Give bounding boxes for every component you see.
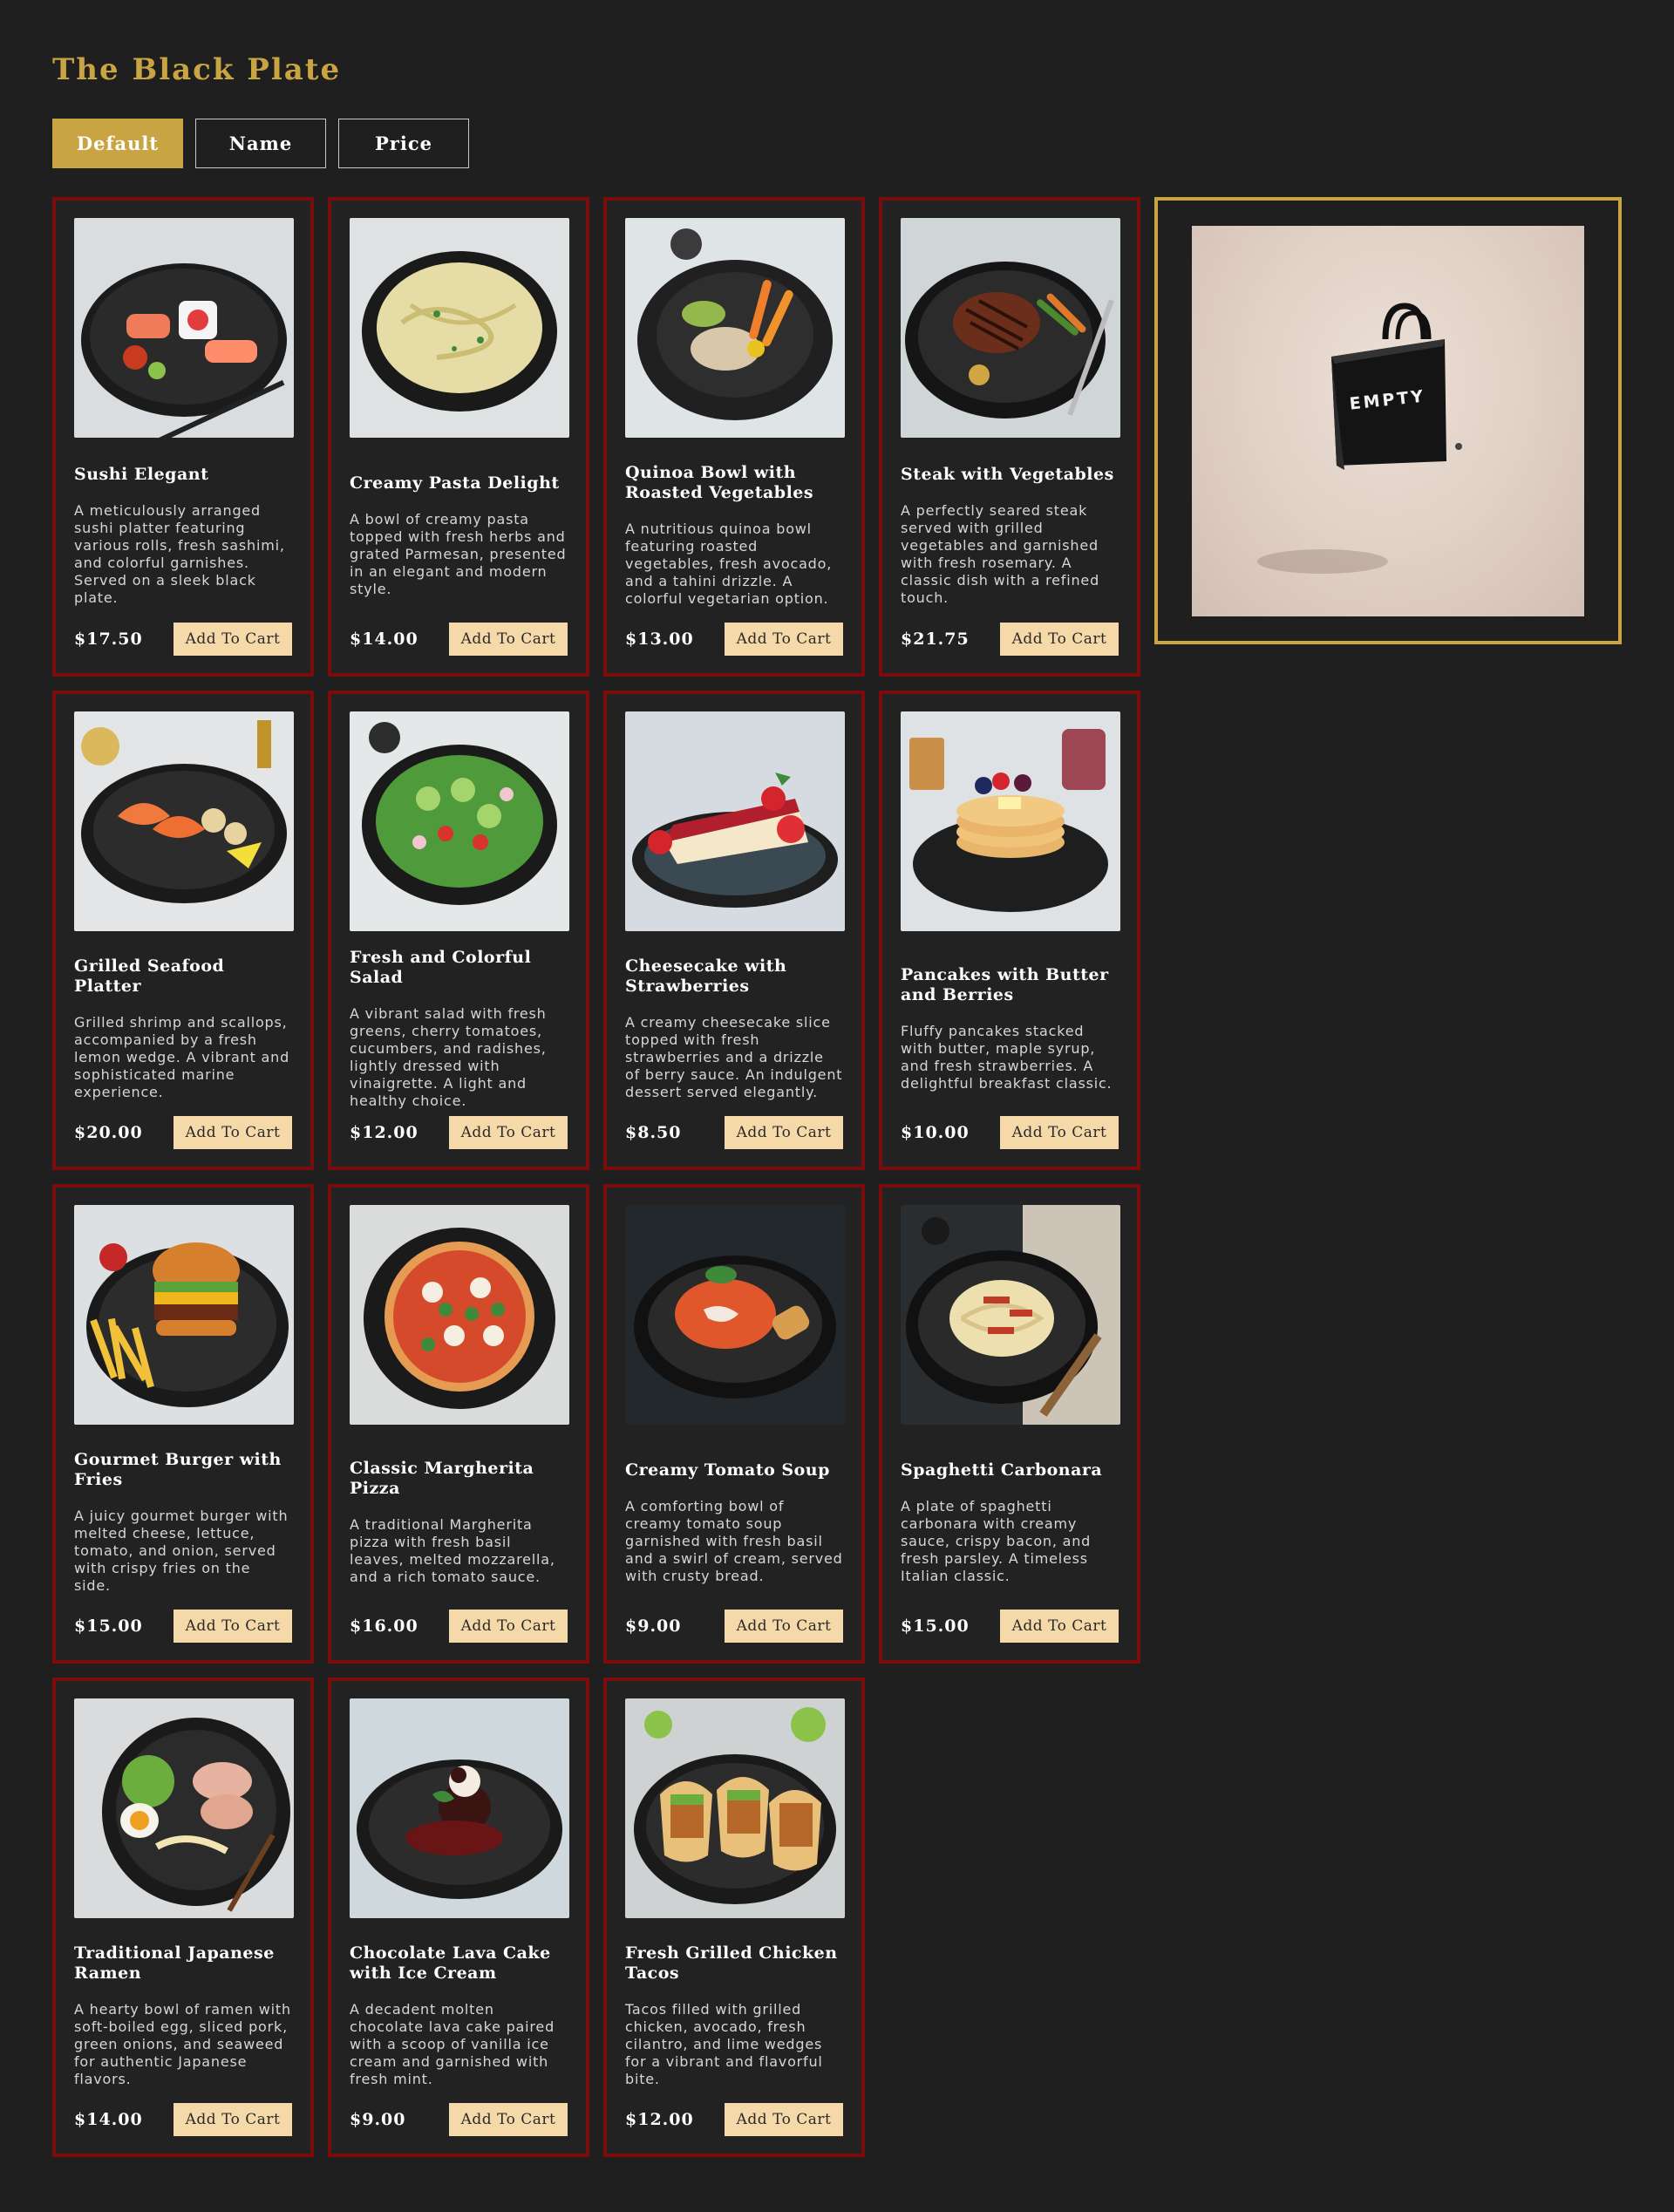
product-price: $9.00 (625, 1616, 682, 1636)
product-description: A meticulously arranged sushi platter fe… (74, 501, 285, 606)
quinoa-bowl-image (625, 218, 845, 438)
sort-bar: Default Name Price (52, 119, 469, 168)
product-title: Gourmet Burger with Fries (74, 1450, 282, 1489)
add-to-cart-button[interactable]: Add To Cart (1000, 623, 1119, 656)
product-card: Fresh Grilled Chicken Tacos Tacos filled… (603, 1678, 865, 2157)
salad-image (350, 711, 569, 931)
empty-cart-image: EMPTY (1192, 226, 1584, 616)
product-description: Fluffy pancakes stacked with butter, map… (901, 1023, 1113, 1092)
add-to-cart-button[interactable]: Add To Cart (174, 2103, 292, 2136)
product-title: Grilled Seafood Platter (74, 956, 225, 996)
product-card: Pancakes with Butter and Berries Fluffy … (879, 691, 1140, 1170)
product-price: $14.00 (74, 2110, 143, 2129)
add-to-cart-button[interactable]: Add To Cart (174, 623, 292, 656)
product-description: A hearty bowl of ramen with soft-boiled … (74, 2001, 291, 2087)
product-title: Sushi Elegant (74, 464, 209, 484)
product-price: $12.00 (625, 2110, 694, 2129)
product-price: $8.50 (625, 1123, 682, 1142)
add-to-cart-button[interactable]: Add To Cart (725, 1116, 843, 1149)
product-description: Tacos filled with grilled chicken, avoca… (625, 2001, 823, 2087)
add-to-cart-button[interactable]: Add To Cart (725, 1610, 843, 1643)
product-card: Creamy Pasta Delight A bowl of creamy pa… (328, 197, 589, 677)
product-card: Creamy Tomato Soup A comforting bowl of … (603, 1184, 865, 1664)
add-to-cart-button[interactable]: Add To Cart (449, 623, 568, 656)
lava-cake-image (350, 1698, 569, 1918)
product-title: Cheesecake with Strawberries (625, 956, 787, 996)
carbonara-image (901, 1205, 1120, 1425)
add-to-cart-button[interactable]: Add To Cart (725, 623, 843, 656)
product-description: A bowl of creamy pasta topped with fresh… (350, 510, 567, 597)
tacos-image (625, 1698, 845, 1918)
product-description: A comforting bowl of creamy tomato soup … (625, 1497, 843, 1584)
add-to-cart-button[interactable]: Add To Cart (1000, 1610, 1119, 1643)
product-title: Quinoa Bowl with Roasted Vegetables (625, 463, 814, 502)
pizza-image (350, 1205, 569, 1425)
steak-image (901, 218, 1120, 438)
product-card: Chocolate Lava Cake with Ice Cream A dec… (328, 1678, 589, 2157)
product-price: $12.00 (350, 1123, 418, 1142)
product-price: $10.00 (901, 1123, 970, 1142)
product-price: $20.00 (74, 1123, 143, 1142)
product-description: A perfectly seared steak served with gri… (901, 501, 1100, 606)
product-description: A creamy cheesecake slice topped with fr… (625, 1014, 843, 1100)
sort-name-button[interactable]: Name (195, 119, 326, 168)
cheesecake-image (625, 711, 845, 931)
product-title: Creamy Tomato Soup (625, 1460, 830, 1480)
product-description: Grilled shrimp and scallops, accompanied… (74, 1014, 290, 1100)
product-title: Spaghetti Carbonara (901, 1460, 1103, 1480)
product-price: $16.00 (350, 1616, 418, 1636)
product-price: $9.00 (350, 2110, 406, 2129)
product-title: Steak with Vegetables (901, 464, 1114, 484)
add-to-cart-button[interactable]: Add To Cart (449, 1610, 568, 1643)
add-to-cart-button[interactable]: Add To Cart (449, 2103, 568, 2136)
product-title: Chocolate Lava Cake with Ice Cream (350, 1943, 551, 1983)
add-to-cart-button[interactable]: Add To Cart (1000, 1116, 1119, 1149)
product-description: A juicy gourmet burger with melted chees… (74, 1508, 289, 1594)
product-card: Traditional Japanese Ramen A hearty bowl… (52, 1678, 314, 2157)
product-card: Sushi Elegant A meticulously arranged su… (52, 197, 314, 677)
sort-price-button[interactable]: Price (338, 119, 469, 168)
menu-page: The Black Plate Default Name Price Sushi… (0, 0, 1674, 2212)
product-description: A plate of spaghetti carbonara with crea… (901, 1497, 1092, 1584)
product-card: Fresh and Colorful Salad A vibrant salad… (328, 691, 589, 1170)
product-card: Cheesecake with Strawberries A creamy ch… (603, 691, 865, 1170)
product-price: $21.75 (901, 630, 970, 649)
ramen-image (74, 1698, 294, 1918)
product-price: $13.00 (625, 630, 694, 649)
product-grid: Sushi Elegant A meticulously arranged su… (52, 197, 1140, 2157)
product-price: $14.00 (350, 630, 418, 649)
product-card: Classic Margherita Pizza A traditional M… (328, 1184, 589, 1664)
product-description: A nutritious quinoa bowl featuring roast… (625, 521, 833, 607)
product-title: Fresh Grilled Chicken Tacos (625, 1943, 838, 1983)
add-to-cart-button[interactable]: Add To Cart (725, 2103, 843, 2136)
pasta-image (350, 218, 569, 438)
sushi-image (74, 218, 294, 438)
add-to-cart-button[interactable]: Add To Cart (174, 1116, 292, 1149)
product-title: Traditional Japanese Ramen (74, 1943, 275, 1983)
sort-default-button[interactable]: Default (52, 119, 183, 168)
product-price: $15.00 (901, 1616, 970, 1636)
product-card: Spaghetti Carbonara A plate of spaghetti… (879, 1184, 1140, 1664)
product-price: $15.00 (74, 1616, 143, 1636)
tomato-soup-image (625, 1205, 845, 1425)
product-card: Steak with Vegetables A perfectly seared… (879, 197, 1140, 677)
product-title: Creamy Pasta Delight (350, 473, 560, 493)
product-price: $17.50 (74, 630, 143, 649)
product-card: Grilled Seafood Platter Grilled shrimp a… (52, 691, 314, 1170)
product-description: A decadent molten chocolate lava cake pa… (350, 2001, 555, 2087)
product-description: A traditional Margherita pizza with fres… (350, 1516, 555, 1585)
product-title: Classic Margherita Pizza (350, 1459, 534, 1498)
seafood-image (74, 711, 294, 931)
add-to-cart-button[interactable]: Add To Cart (449, 1116, 568, 1149)
burger-image (74, 1205, 294, 1425)
site-title: The Black Plate (52, 52, 342, 87)
cart-panel: EMPTY (1154, 197, 1622, 644)
pancakes-image (901, 711, 1120, 931)
product-card: Gourmet Burger with Fries A juicy gourme… (52, 1184, 314, 1664)
product-description: A vibrant salad with fresh greens, cherr… (350, 1005, 547, 1109)
add-to-cart-button[interactable]: Add To Cart (174, 1610, 292, 1643)
product-card: Quinoa Bowl with Roasted Vegetables A nu… (603, 197, 865, 677)
product-title: Fresh and Colorful Salad (350, 948, 532, 987)
product-title: Pancakes with Butter and Berries (901, 965, 1109, 1004)
